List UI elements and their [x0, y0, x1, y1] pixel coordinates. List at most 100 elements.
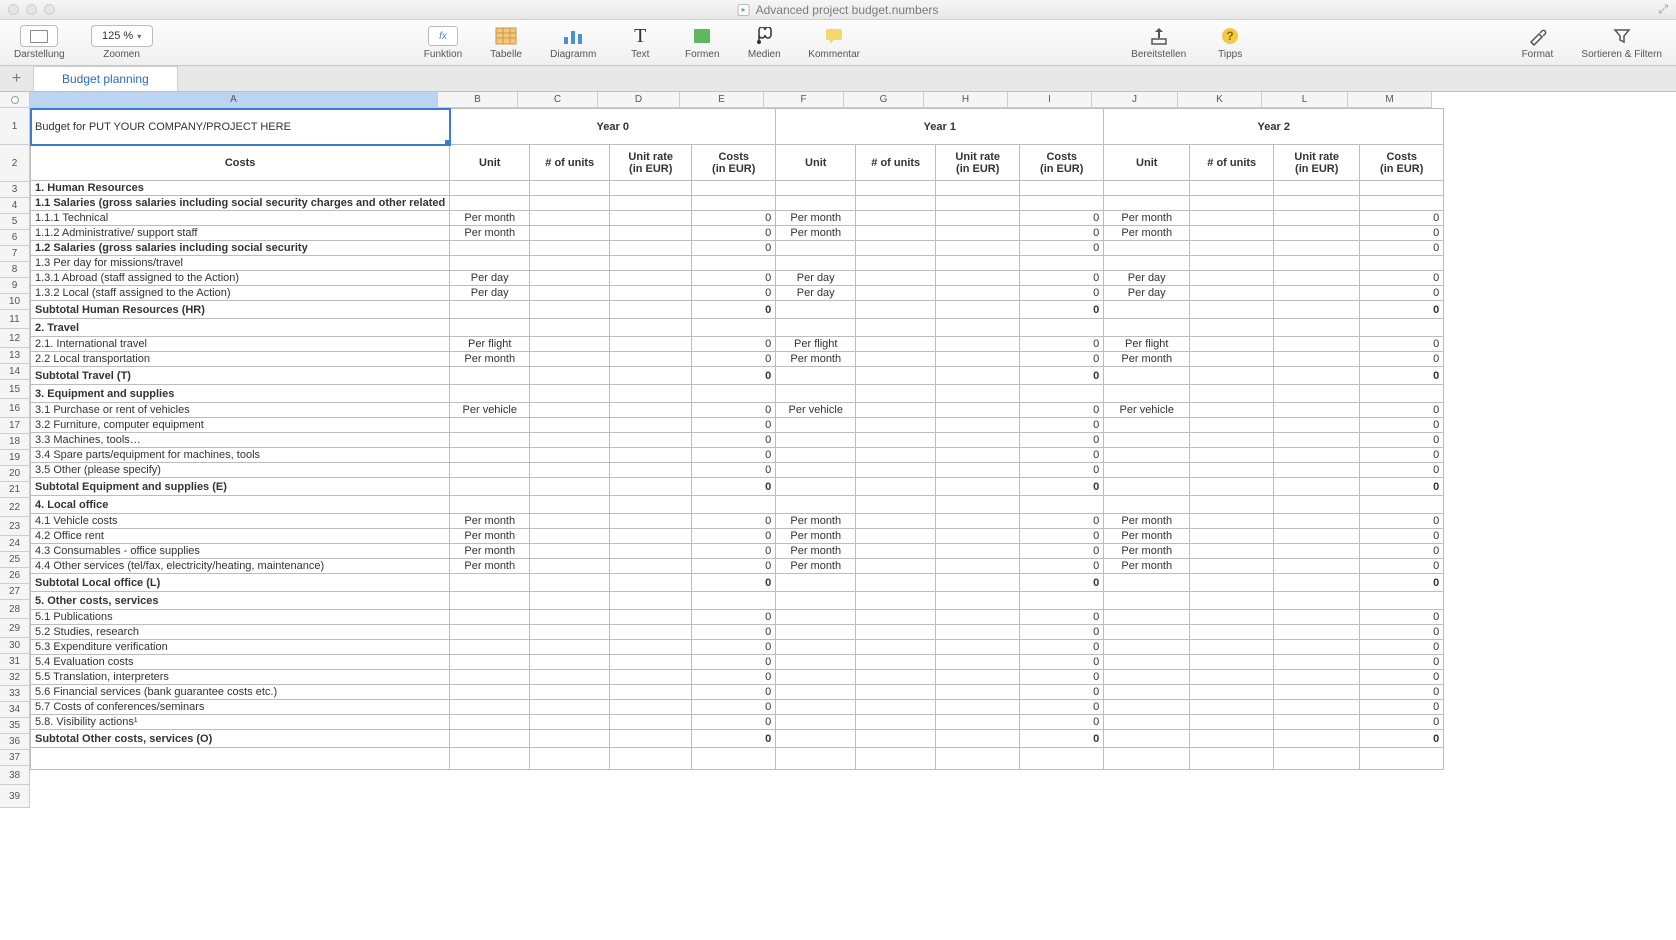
cell[interactable]: 2.2 Local transportation — [31, 352, 450, 367]
cell[interactable] — [1190, 256, 1274, 271]
cell[interactable] — [856, 640, 936, 655]
cell[interactable] — [1274, 301, 1360, 319]
cell[interactable] — [1104, 256, 1190, 271]
cell[interactable] — [610, 685, 692, 700]
col-header-H[interactable]: H — [924, 92, 1008, 107]
subheader[interactable]: Unit rate (in EUR) — [610, 145, 692, 181]
cell[interactable] — [450, 463, 530, 478]
cell[interactable] — [530, 256, 610, 271]
row-header-26[interactable]: 26 — [0, 568, 29, 584]
cell[interactable] — [1190, 226, 1274, 241]
cell[interactable]: 0 — [1020, 418, 1104, 433]
cell[interactable]: Per month — [1104, 352, 1190, 367]
cell[interactable] — [530, 367, 610, 385]
cell[interactable] — [610, 181, 692, 196]
cell[interactable] — [776, 367, 856, 385]
cell[interactable]: 0 — [1020, 337, 1104, 352]
cell[interactable] — [530, 625, 610, 640]
cell[interactable] — [856, 514, 936, 529]
cell[interactable]: 0 — [1360, 301, 1444, 319]
cell[interactable] — [1104, 670, 1190, 685]
cell[interactable] — [1274, 433, 1360, 448]
cell[interactable]: 0 — [1360, 337, 1444, 352]
cell[interactable] — [1360, 196, 1444, 211]
cell[interactable] — [1274, 352, 1360, 367]
cell[interactable] — [530, 319, 610, 337]
cell[interactable] — [450, 367, 530, 385]
cell[interactable] — [776, 319, 856, 337]
cell[interactable] — [1104, 700, 1190, 715]
cell[interactable] — [1274, 196, 1360, 211]
row-header-2[interactable]: 2 — [0, 145, 29, 182]
cell[interactable] — [450, 730, 530, 748]
cell[interactable]: 0 — [1020, 514, 1104, 529]
cell[interactable] — [1274, 478, 1360, 496]
cell[interactable] — [856, 241, 936, 256]
cell[interactable] — [856, 403, 936, 418]
cell[interactable] — [450, 448, 530, 463]
cell[interactable] — [1190, 544, 1274, 559]
cell[interactable] — [856, 319, 936, 337]
cell[interactable] — [450, 319, 530, 337]
cell[interactable] — [450, 655, 530, 670]
row-header-19[interactable]: 19 — [0, 450, 29, 466]
cell[interactable]: 1.3 Per day for missions/travel — [31, 256, 450, 271]
cell[interactable]: 3.5 Other (please specify) — [31, 463, 450, 478]
cell[interactable] — [1190, 403, 1274, 418]
cell[interactable]: 4.1 Vehicle costs — [31, 514, 450, 529]
row-header-9[interactable]: 9 — [0, 278, 29, 294]
cell[interactable] — [1274, 385, 1360, 403]
cell[interactable]: 0 — [692, 730, 776, 748]
cell[interactable] — [1274, 610, 1360, 625]
cell[interactable] — [936, 592, 1020, 610]
cell[interactable] — [1190, 433, 1274, 448]
cell[interactable] — [1104, 385, 1190, 403]
cell[interactable] — [1274, 226, 1360, 241]
cell[interactable] — [1104, 655, 1190, 670]
cell[interactable] — [1190, 715, 1274, 730]
cell[interactable]: Per month — [776, 529, 856, 544]
cell[interactable] — [1104, 319, 1190, 337]
cell[interactable] — [610, 403, 692, 418]
cell[interactable] — [450, 418, 530, 433]
cell[interactable] — [776, 448, 856, 463]
row-header-27[interactable]: 27 — [0, 584, 29, 600]
cell[interactable] — [610, 478, 692, 496]
cell[interactable] — [856, 529, 936, 544]
row-header-23[interactable]: 23 — [0, 517, 29, 536]
cell[interactable]: 0 — [1020, 730, 1104, 748]
cell[interactable] — [1274, 181, 1360, 196]
cell[interactable] — [530, 496, 610, 514]
format-tool[interactable]: Format — [1519, 24, 1555, 60]
cell[interactable]: 0 — [692, 514, 776, 529]
cell[interactable]: 5.5 Translation, interpreters — [31, 670, 450, 685]
cell[interactable] — [936, 433, 1020, 448]
cell[interactable] — [1274, 403, 1360, 418]
cell[interactable] — [1190, 670, 1274, 685]
close-icon[interactable] — [8, 4, 19, 15]
cell[interactable] — [856, 181, 936, 196]
cell[interactable] — [530, 610, 610, 625]
row-header-30[interactable]: 30 — [0, 638, 29, 654]
cell[interactable]: 0 — [692, 352, 776, 367]
cell[interactable] — [450, 715, 530, 730]
cell[interactable] — [1190, 730, 1274, 748]
row-header-18[interactable]: 18 — [0, 434, 29, 450]
cell[interactable]: 5.8. Visibility actions¹ — [31, 715, 450, 730]
cell[interactable] — [450, 433, 530, 448]
cell[interactable] — [1190, 748, 1274, 770]
cell[interactable] — [936, 748, 1020, 770]
cell[interactable] — [530, 448, 610, 463]
cell[interactable] — [1104, 574, 1190, 592]
row-headers[interactable]: 1234567891011121314151617181920212223242… — [0, 108, 30, 808]
cell[interactable]: 0 — [692, 448, 776, 463]
cell[interactable]: 0 — [1020, 610, 1104, 625]
cell[interactable] — [450, 748, 530, 770]
col-header-B[interactable]: B — [438, 92, 518, 107]
cell[interactable] — [1190, 640, 1274, 655]
add-sheet-button[interactable]: + — [0, 66, 34, 91]
cell[interactable] — [530, 685, 610, 700]
cell[interactable] — [1104, 625, 1190, 640]
cell[interactable] — [610, 337, 692, 352]
filter-tool[interactable]: Sortieren & Filtern — [1581, 24, 1662, 60]
